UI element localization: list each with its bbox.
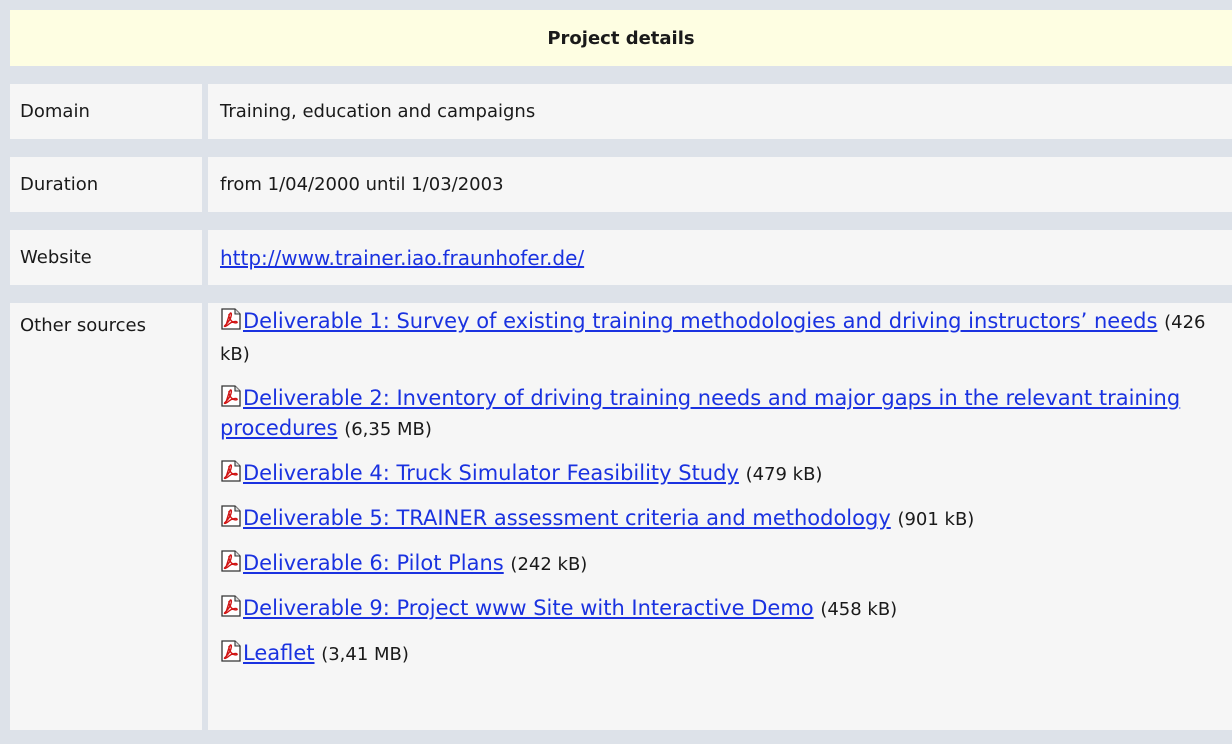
row-separator xyxy=(10,66,1232,84)
file-size: (3,41 MB) xyxy=(321,644,409,665)
file-size: (901 kB) xyxy=(897,509,975,530)
pdf-icon[interactable] xyxy=(220,505,242,527)
file-size: (479 kB) xyxy=(745,464,823,485)
pdf-icon[interactable] xyxy=(220,460,242,482)
source-link[interactable]: Leaflet xyxy=(243,641,315,665)
file-size: (458 kB) xyxy=(820,599,898,620)
source-item: Deliverable 1: Survey of existing traini… xyxy=(220,306,1220,370)
source-link[interactable]: Deliverable 1: Survey of existing traini… xyxy=(243,309,1157,333)
source-item: Deliverable 5: TRAINER assessment criter… xyxy=(220,503,1220,535)
source-item: Deliverable 6: Pilot Plans (242 kB) xyxy=(220,548,1220,580)
source-link[interactable]: Deliverable 4: Truck Simulator Feasibili… xyxy=(243,461,739,485)
other-sources-label: Other sources xyxy=(10,303,202,730)
source-item: Leaflet (3,41 MB) xyxy=(220,638,1220,670)
pdf-icon[interactable] xyxy=(220,640,242,662)
duration-value: from 1/04/2000 until 1/03/2003 xyxy=(208,157,1232,212)
row-separator xyxy=(10,139,1232,157)
source-link[interactable]: Deliverable 9: Project www Site with Int… xyxy=(243,596,814,620)
source-item: Deliverable 4: Truck Simulator Feasibili… xyxy=(220,458,1220,490)
source-item: Deliverable 2: Inventory of driving trai… xyxy=(220,383,1220,445)
domain-value: Training, education and campaigns xyxy=(208,84,1232,139)
row-separator xyxy=(10,212,1232,230)
website-label: Website xyxy=(10,230,202,285)
pdf-icon[interactable] xyxy=(220,308,242,330)
source-item: Deliverable 9: Project www Site with Int… xyxy=(220,593,1220,625)
domain-label: Domain xyxy=(10,84,202,139)
file-size: (242 kB) xyxy=(510,554,588,575)
pdf-icon[interactable] xyxy=(220,550,242,572)
pdf-icon[interactable] xyxy=(220,595,242,617)
table-header: Project details xyxy=(10,10,1232,66)
row-separator xyxy=(10,285,1232,303)
source-link[interactable]: Deliverable 6: Pilot Plans xyxy=(243,551,504,575)
website-link[interactable]: http://www.trainer.iao.fraunhofer.de/ xyxy=(220,246,584,270)
other-sources-list: Deliverable 1: Survey of existing traini… xyxy=(208,303,1232,730)
pdf-icon[interactable] xyxy=(220,385,242,407)
duration-row: Duration from 1/04/2000 until 1/03/2003 xyxy=(10,157,1232,212)
other-sources-row: Other sources Deliverable 1: Survey of e… xyxy=(10,303,1232,730)
domain-row: Domain Training, education and campaigns xyxy=(10,84,1232,139)
file-size: (6,35 MB) xyxy=(344,419,432,440)
website-row: Website http://www.trainer.iao.fraunhofe… xyxy=(10,230,1232,285)
project-details-table: Project details Domain Training, educati… xyxy=(0,0,1232,744)
duration-label: Duration xyxy=(10,157,202,212)
table-title: Project details xyxy=(547,27,695,49)
source-link[interactable]: Deliverable 5: TRAINER assessment criter… xyxy=(243,506,891,530)
website-value: http://www.trainer.iao.fraunhofer.de/ xyxy=(208,230,1232,285)
